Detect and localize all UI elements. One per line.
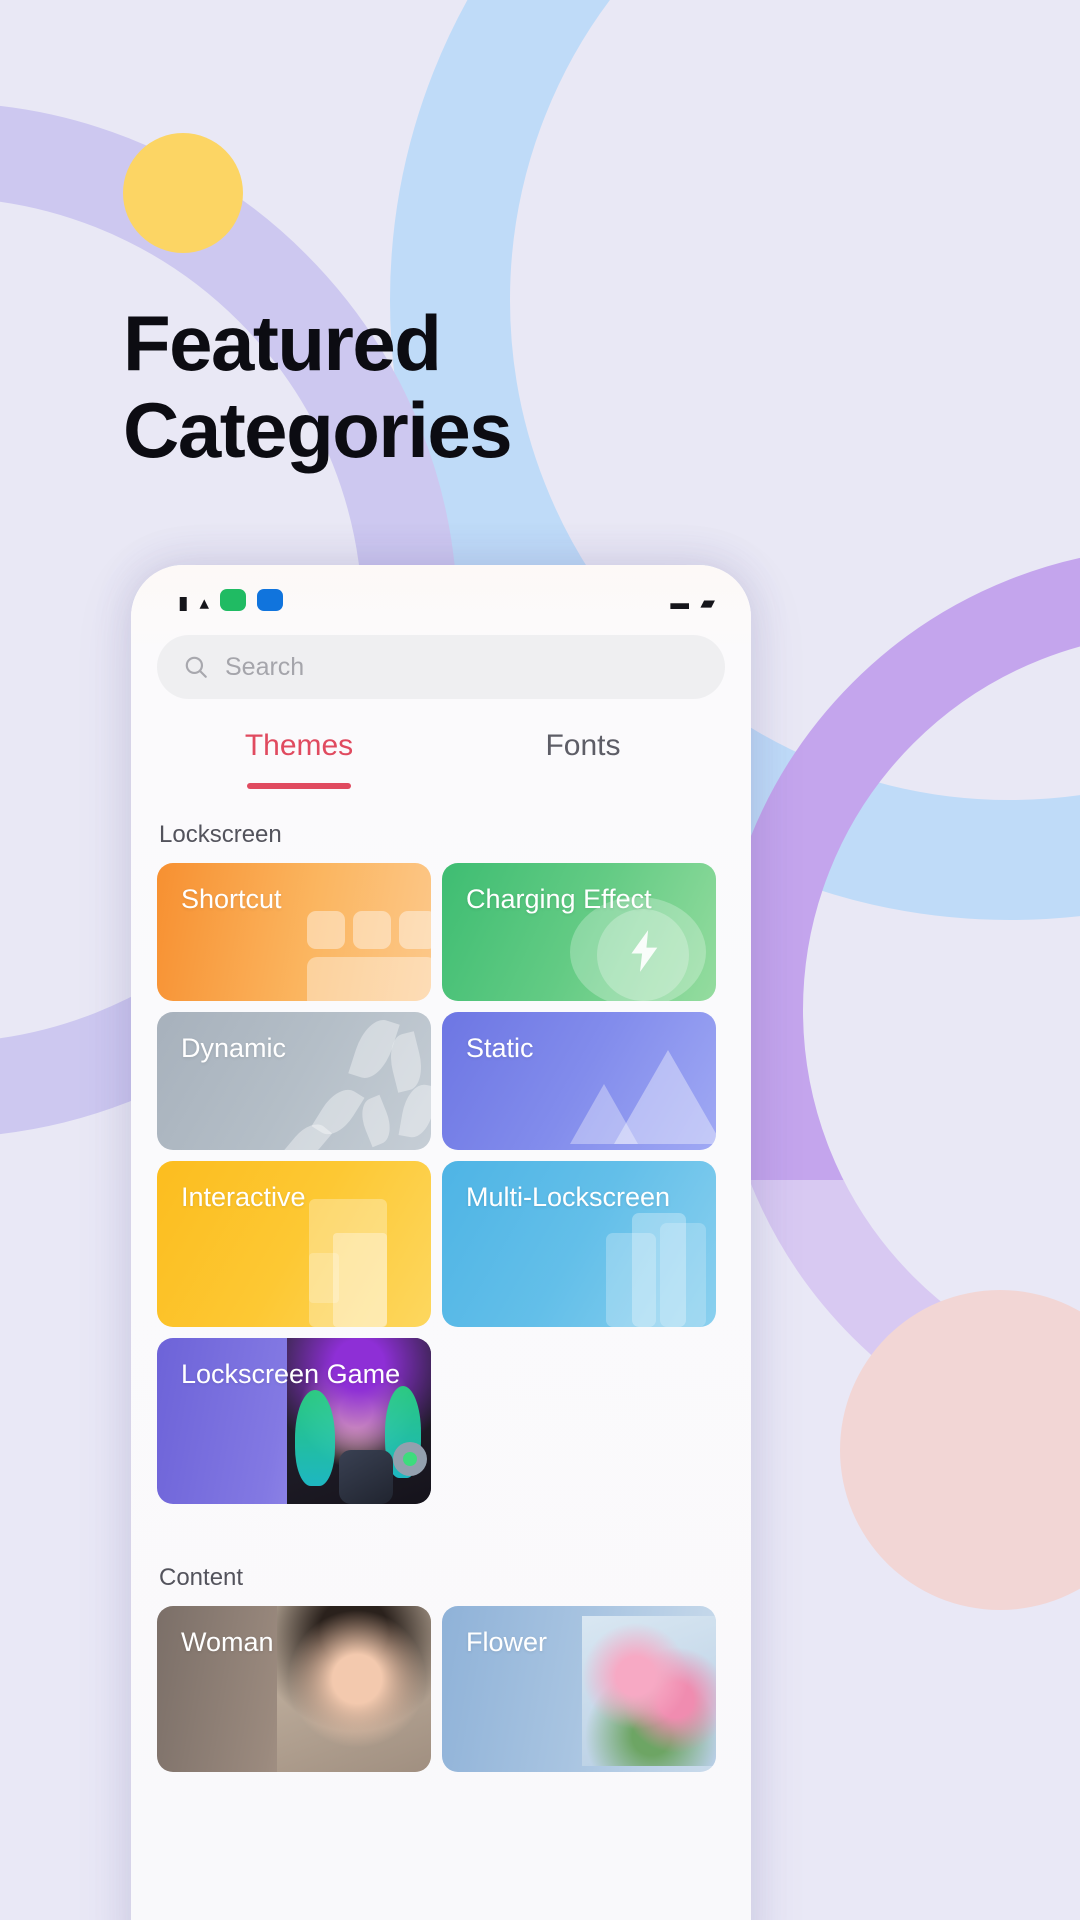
card-label: Lockscreen Game	[181, 1359, 401, 1389]
tab-bar: Themes Fonts	[157, 729, 725, 789]
card-label: Woman	[181, 1627, 274, 1657]
category-card-interactive[interactable]: Interactive	[157, 1161, 431, 1327]
app-chip-blue-icon	[257, 589, 284, 611]
status-bar: ▮ ▴ ▬ ▰	[157, 565, 725, 613]
sun-dot-decoration	[123, 133, 243, 253]
tab-themes-label: Themes	[244, 729, 354, 762]
status-bar-right: ▬ ▰	[670, 595, 715, 611]
card-label: Charging Effect	[466, 884, 652, 914]
page-title: Featured Categories	[123, 299, 513, 475]
network-icon: ▬	[670, 597, 690, 611]
category-card-flower[interactable]: Flower	[442, 1606, 716, 1772]
search-input[interactable]: Search	[157, 635, 725, 699]
section-title-content: Content	[159, 1564, 244, 1591]
headline-line-1: Featured	[123, 299, 442, 387]
wifi-icon: ▴	[199, 597, 210, 611]
content-card-grid: Woman Flower	[157, 1606, 725, 1772]
category-card-lockscreen-game[interactable]: Lockscreen Game	[157, 1338, 431, 1504]
battery-icon: ▰	[700, 597, 715, 611]
category-card-multi-lockscreen[interactable]: Multi-Lockscreen	[442, 1161, 716, 1327]
phone-mockup: ▮ ▴ ▬ ▰ Search Themes Fonts Lockscreen S…	[131, 565, 751, 1920]
card-label: Multi-Lockscreen	[466, 1182, 671, 1212]
headline-line-2: Categories	[123, 386, 513, 475]
category-card-static[interactable]: Static	[442, 1012, 716, 1150]
category-card-dynamic[interactable]: Dynamic	[157, 1012, 431, 1150]
tab-active-indicator	[247, 783, 351, 789]
app-chip-green-icon	[220, 589, 247, 611]
card-label: Shortcut	[181, 884, 282, 914]
card-label: Interactive	[181, 1182, 306, 1212]
category-card-woman[interactable]: Woman	[157, 1606, 431, 1772]
tab-fonts-label: Fonts	[545, 729, 621, 762]
category-card-charging-effect[interactable]: Charging Effect	[442, 863, 716, 1001]
search-placeholder: Search	[225, 652, 305, 681]
card-label: Flower	[466, 1627, 548, 1657]
card-label: Dynamic	[181, 1033, 287, 1063]
signal-icon: ▮	[178, 597, 189, 611]
section-title-lockscreen: Lockscreen	[159, 821, 282, 848]
app-screen: ▮ ▴ ▬ ▰ Search Themes Fonts Lockscreen S…	[131, 565, 751, 1920]
card-label: Static	[466, 1033, 534, 1063]
tab-fonts[interactable]: Fonts	[441, 729, 725, 789]
status-bar-left: ▮ ▴	[167, 589, 284, 611]
category-card-shortcut[interactable]: Shortcut	[157, 863, 431, 1001]
tab-themes[interactable]: Themes	[157, 729, 441, 789]
lockscreen-card-grid: Shortcut Charging Effect Dynamic Static …	[157, 863, 725, 1504]
search-icon	[185, 656, 207, 678]
